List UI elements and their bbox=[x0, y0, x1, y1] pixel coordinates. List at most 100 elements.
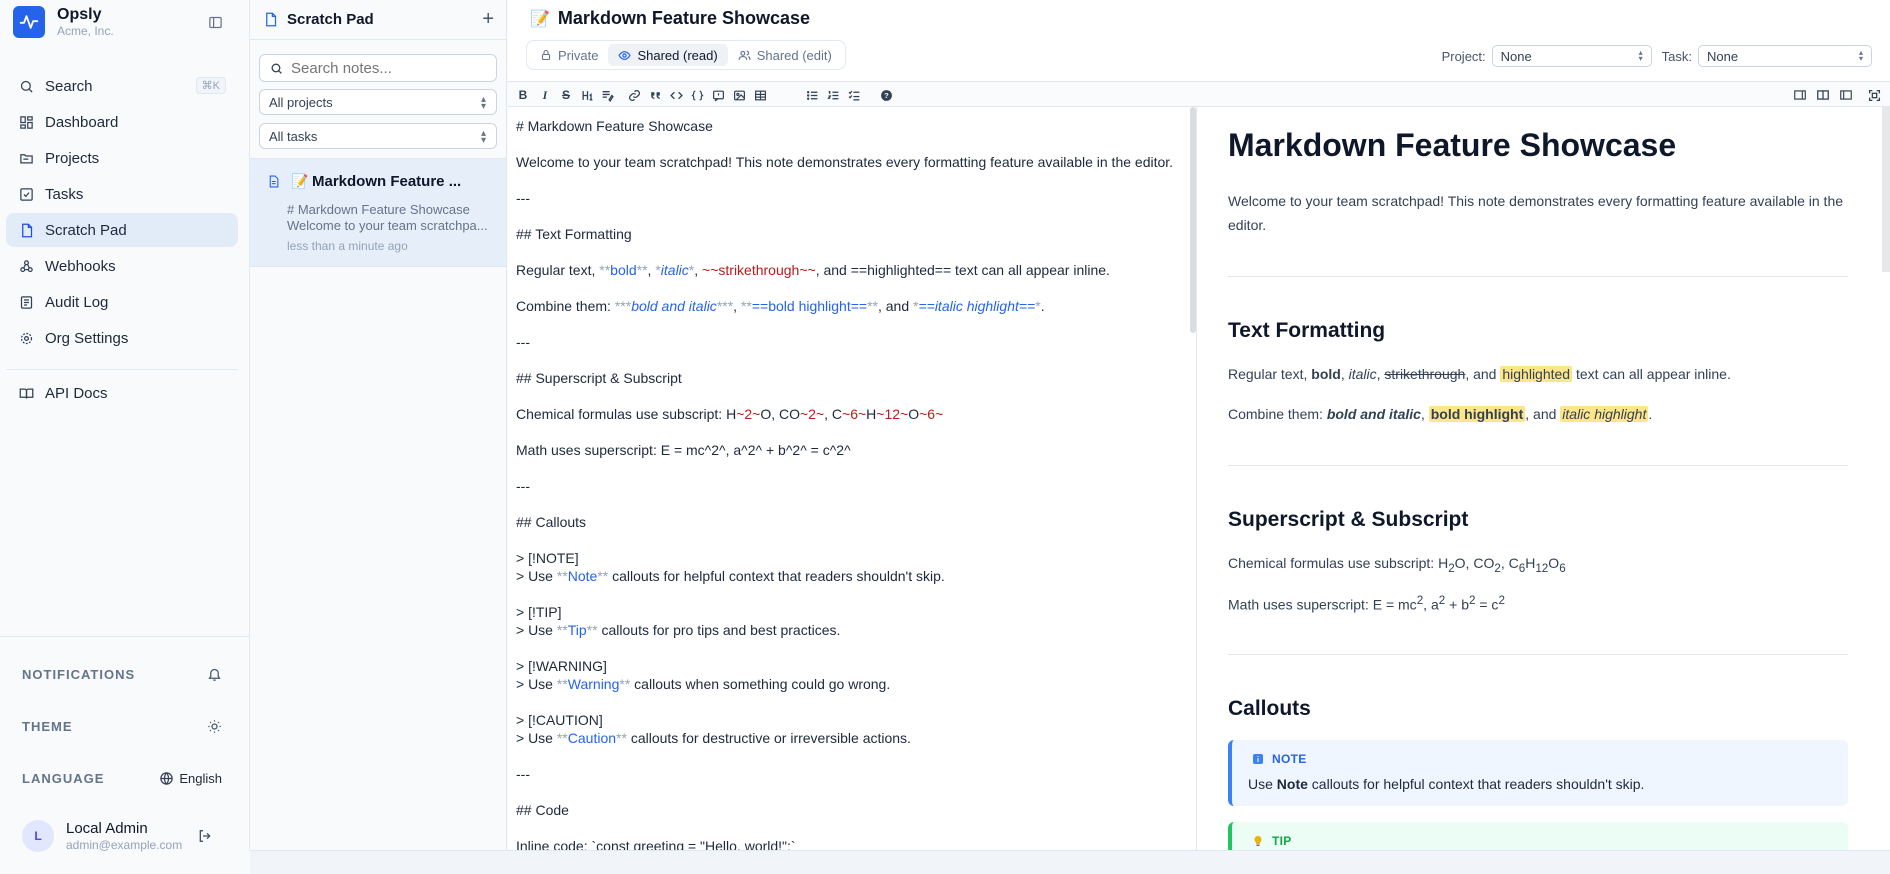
source-line: > [!CAUTION] bbox=[516, 712, 603, 728]
heading-icon[interactable] bbox=[578, 86, 596, 104]
source-line-regular: Regular text, **bold**, *italic*, ~~stri… bbox=[516, 262, 1110, 278]
bullet-list-icon[interactable] bbox=[803, 86, 821, 104]
nav-item-scratch-pad[interactable]: Scratch Pad bbox=[6, 213, 238, 247]
source-line: Inline code: `const greeting = "Hello, w… bbox=[516, 838, 796, 850]
assignment-row: Project: None ▴ ▾ Task: None ▴ ▾ bbox=[1442, 45, 1872, 67]
lock-icon bbox=[540, 49, 552, 61]
bell-icon[interactable] bbox=[207, 667, 222, 682]
nav-item-tasks[interactable]: Tasks bbox=[6, 177, 238, 211]
image-icon[interactable] bbox=[730, 86, 748, 104]
project-select[interactable]: None ▴ ▾ bbox=[1491, 45, 1652, 67]
visibility-private-button[interactable]: Private bbox=[530, 44, 608, 66]
note-preview-line: Welcome to your team scratchpa... bbox=[287, 218, 488, 233]
search-input[interactable] bbox=[291, 59, 481, 77]
code-block-icon[interactable] bbox=[688, 86, 706, 104]
quote-icon[interactable] bbox=[646, 86, 664, 104]
user-name: Local Admin bbox=[66, 820, 148, 837]
notes-panel: Scratch Pad + All projects ▴▾ All tasks … bbox=[250, 0, 507, 850]
editor-only-view-icon[interactable] bbox=[1791, 86, 1809, 104]
nav-search-label: Search bbox=[45, 77, 93, 95]
nav-item-label: Dashboard bbox=[45, 113, 119, 131]
italic-icon[interactable]: I bbox=[536, 86, 554, 104]
task-select[interactable]: None ▴ ▾ bbox=[1698, 45, 1872, 67]
notifications-row: NOTIFICATIONS bbox=[22, 664, 222, 684]
chevron-updown-icon: ▴ ▾ bbox=[480, 94, 486, 112]
preview-scrollbar[interactable] bbox=[1882, 107, 1890, 272]
webhook-icon bbox=[18, 258, 34, 274]
notifications-label: NOTIFICATIONS bbox=[22, 666, 136, 682]
sun-icon[interactable] bbox=[207, 719, 222, 734]
nav-item-label: Projects bbox=[45, 149, 100, 167]
note-list-item[interactable]: 📝 Markdown Feature ... # Markdown Featur… bbox=[250, 158, 506, 267]
brand[interactable]: Opsly Acme, Inc. bbox=[13, 6, 114, 38]
add-note-button[interactable]: + bbox=[482, 8, 494, 31]
note-timestamp: less than a minute ago bbox=[287, 239, 408, 253]
project-filter[interactable]: All projects ▴ ▾ bbox=[259, 89, 497, 115]
notes-search[interactable] bbox=[259, 54, 497, 82]
strikethrough-icon[interactable]: S bbox=[557, 86, 575, 104]
source-line: > [!NOTE] bbox=[516, 550, 579, 566]
nav-search[interactable]: Search ⌘K bbox=[6, 69, 238, 103]
link-icon[interactable] bbox=[625, 86, 643, 104]
preview-only-view-icon[interactable] bbox=[1837, 86, 1855, 104]
numbered-list-icon[interactable] bbox=[824, 86, 842, 104]
markdown-source-editor[interactable]: # Markdown Feature Showcase Welcome to y… bbox=[508, 107, 1197, 850]
avatar: L bbox=[22, 820, 54, 852]
gear-icon bbox=[18, 330, 34, 346]
nav-item-label: API Docs bbox=[45, 384, 108, 402]
org-name: Acme, Inc. bbox=[57, 24, 114, 38]
source-hr: --- bbox=[516, 766, 530, 782]
nav-item-audit-log[interactable]: Audit Log bbox=[6, 285, 238, 319]
help-icon[interactable]: ? bbox=[877, 86, 895, 104]
nav-item-org-settings[interactable]: Org Settings bbox=[6, 321, 238, 355]
document-icon bbox=[263, 12, 278, 27]
visibility-shared-read-button[interactable]: Shared (read) bbox=[608, 44, 728, 66]
table-icon[interactable] bbox=[751, 86, 769, 104]
nav-item-projects[interactable]: Projects bbox=[6, 141, 238, 175]
project-label: Project: bbox=[1441, 48, 1486, 64]
user-profile[interactable]: L Local Admin admin@example.com bbox=[22, 820, 222, 854]
source-line: > Use **Tip** callouts for pro tips and … bbox=[516, 622, 841, 638]
checklist-icon[interactable] bbox=[845, 86, 863, 104]
task-select-value: None bbox=[1707, 48, 1739, 64]
note-title: Markdown Feature ... bbox=[312, 173, 462, 190]
nav-item-label: Webhooks bbox=[45, 257, 116, 275]
language-selector[interactable]: English bbox=[159, 771, 222, 786]
preview-paragraph: Combine them: bold and italic, bold high… bbox=[1228, 406, 1653, 422]
code-icon[interactable] bbox=[667, 86, 685, 104]
editor-scrollbar[interactable] bbox=[1190, 107, 1196, 333]
nav-item-api-docs[interactable]: API Docs bbox=[6, 376, 238, 410]
status-bar bbox=[250, 850, 1890, 874]
preview-h2: Text Formatting bbox=[1228, 319, 1386, 342]
source-line: ## Superscript & Subscript bbox=[516, 370, 682, 386]
fullscreen-icon[interactable] bbox=[1865, 86, 1883, 104]
language-value: English bbox=[179, 770, 222, 786]
bold-icon[interactable]: B bbox=[514, 86, 532, 104]
visibility-toggle: Private Shared (read) Shared (edit) bbox=[526, 40, 846, 70]
nav-item-webhooks[interactable]: Webhooks bbox=[6, 249, 238, 283]
preview-divider bbox=[1228, 654, 1848, 655]
nav-item-dashboard[interactable]: Dashboard bbox=[6, 105, 238, 139]
markdown-toolbar: B I S ? bbox=[508, 81, 1890, 107]
checkbox-icon bbox=[18, 186, 34, 202]
split-view-icon[interactable] bbox=[1814, 86, 1832, 104]
source-line: ## Code bbox=[516, 802, 569, 818]
app-name: Opsly bbox=[57, 6, 102, 23]
document-icon bbox=[267, 175, 280, 191]
user-email: admin@example.com bbox=[66, 838, 183, 852]
preview-paragraph: Regular text, bold, italic, strikethroug… bbox=[1228, 366, 1731, 382]
highlight-icon[interactable] bbox=[598, 86, 616, 104]
language-label: LANGUAGE bbox=[22, 770, 105, 786]
sidebar-collapse-icon[interactable] bbox=[206, 13, 224, 31]
callout-title: TIP bbox=[1272, 834, 1292, 848]
visibility-shared-edit-button[interactable]: Shared (edit) bbox=[728, 44, 842, 66]
notes-header: Scratch Pad + bbox=[250, 0, 506, 40]
task-filter[interactable]: All tasks ▴ ▾ bbox=[259, 123, 497, 149]
note-title-bar[interactable]: 📝 Markdown Feature Showcase bbox=[530, 8, 810, 29]
logout-icon[interactable] bbox=[197, 828, 213, 847]
book-icon bbox=[18, 385, 34, 401]
callout-icon[interactable] bbox=[709, 86, 727, 104]
source-line-chem: Chemical formulas use subscript: H~2~O, … bbox=[516, 406, 944, 422]
sidebar: Opsly Acme, Inc. Search ⌘K Dashboard Pro… bbox=[0, 0, 250, 852]
source-line: Welcome to your team scratchpad! This no… bbox=[516, 154, 1174, 170]
